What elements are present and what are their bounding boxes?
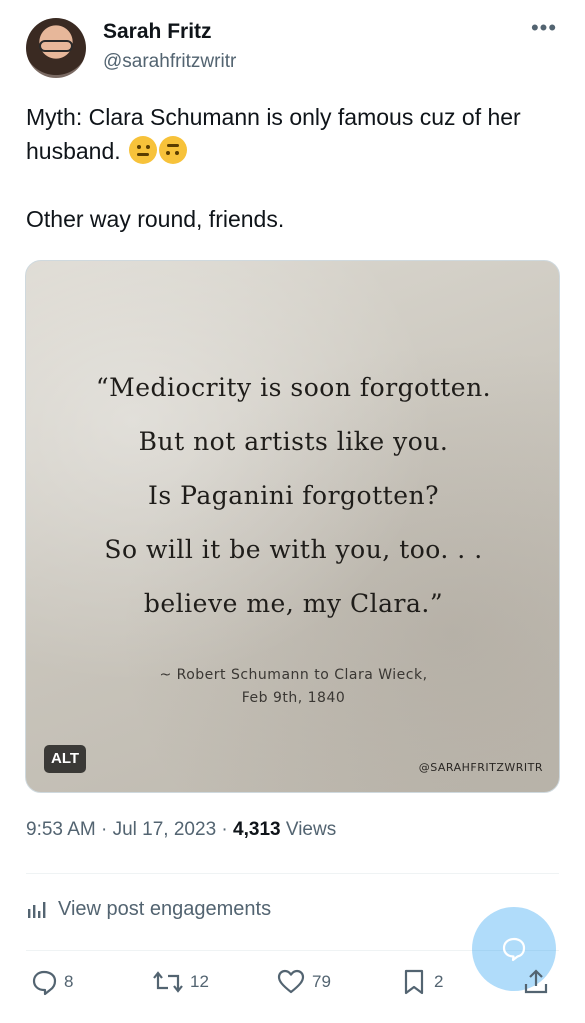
attribution-line: ~ Robert Schumann to Clara Wieck, [159,667,428,683]
attribution-line: Feb 9th, 1840 [241,690,346,706]
tweet-date[interactable]: Jul 17, 2023 [113,819,217,840]
like-button[interactable]: 79 [276,968,331,996]
image-watermark: @SARAHFRITZWRITR [418,761,543,774]
quote-line: believe me, my Clara.” [143,589,444,618]
analytics-icon [28,901,46,918]
author-handle[interactable]: @sarahfritzwritr [103,51,236,73]
quote-line: But not artists like you. [138,427,449,456]
views-count: 4,313 [233,819,281,840]
view-engagements-label: View post engagements [58,898,272,920]
divider [26,873,559,874]
quote-attribution: ~ Robert Schumann to Clara Wieck, Feb 9t… [26,664,559,710]
repost-count: 12 [190,972,209,991]
bookmark-icon [404,969,424,995]
bookmark-count: 2 [434,972,444,991]
author-avatar[interactable] [26,18,86,78]
like-count: 79 [312,972,331,991]
heart-icon [277,969,305,994]
quote-line: So will it be with you, too. . . [104,535,483,564]
reply-icon [32,970,57,996]
tweet-header: Sarah Fritz @sarahfritzwritr ••• [0,0,585,90]
tweet-time[interactable]: 9:53 AM [26,819,96,840]
repost-button[interactable]: 12 [152,968,209,996]
bookmark-button[interactable]: 2 [400,968,443,996]
share-button[interactable] [522,968,556,996]
reply-button[interactable]: 8 [30,968,73,996]
view-engagements-link[interactable]: View post engagements [26,898,271,921]
author-name[interactable]: Sarah Fritz [103,20,212,44]
tweet-text-line2: Other way round, friends. [26,206,285,232]
quote-line: “Mediocrity is soon forgotten. [95,373,492,402]
more-options-icon[interactable]: ••• [529,17,559,44]
tweet-metadata: 9:53 AM · Jul 17, 2023 · 4,313 Views [26,819,337,840]
repost-icon [153,971,183,993]
upside-down-face-emoji [159,136,188,164]
tweet-actions: 8 12 79 2 [0,968,585,1008]
quote-text: “Mediocrity is soon forgotten. But not a… [26,361,559,631]
chat-bubble-icon [502,937,526,962]
share-icon [524,969,548,994]
raised-eyebrow-face-emoji [129,136,158,164]
quote-line: Is Paganini forgotten? [147,481,439,510]
reply-count: 8 [64,972,74,991]
views-label: Views [285,819,337,840]
tweet-text-line1: Myth: Clara Schumann is only famous cuz … [26,104,521,164]
tweet-text: Myth: Clara Schumann is only famous cuz … [26,100,561,236]
alt-text-button[interactable]: ALT [44,745,87,773]
quote-image[interactable]: “Mediocrity is soon forgotten. But not a… [25,260,560,793]
